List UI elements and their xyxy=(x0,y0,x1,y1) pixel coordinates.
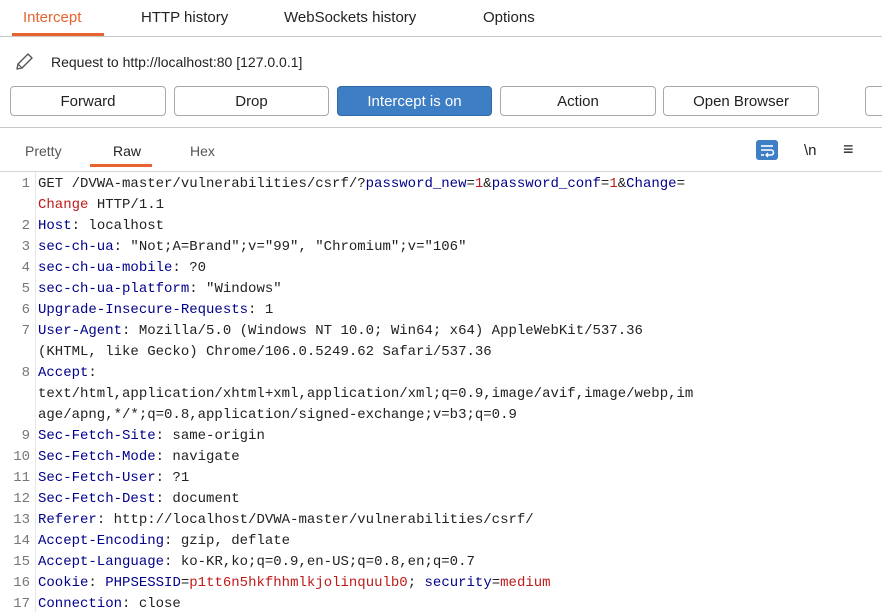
newline-toggle-icon[interactable]: \n xyxy=(804,142,817,159)
drop-button[interactable]: Drop xyxy=(174,86,329,116)
wrap-lines-icon[interactable] xyxy=(756,140,778,160)
header-line: 2 Host: localhost xyxy=(21,218,165,234)
pencil-icon xyxy=(16,53,33,70)
header-line: 10 Sec-Fetch-Mode: navigate xyxy=(13,449,240,465)
header-line: 9 Sec-Fetch-Site: same-origin xyxy=(21,428,265,444)
header-line: 11 Sec-Fetch-User: ?1 xyxy=(13,470,190,486)
active-tab-indicator xyxy=(12,33,104,36)
tab-options[interactable]: Options xyxy=(483,9,535,26)
header-line: 4 sec-ch-ua-mobile: ?0 xyxy=(21,260,207,276)
raw-request-editor[interactable]: 1 GET /DVWA-master/vulnerabilities/csrf/?… xyxy=(0,171,882,612)
request-line: 1 GET /DVWA-master/vulnerabilities/csrf/?… xyxy=(21,176,685,192)
header-line: 6 Upgrade-Insecure-Requests: 1 xyxy=(21,302,274,318)
divider xyxy=(0,127,882,128)
header-line: 7 User-Agent: Mozilla/5.0 (Windows NT 10.… xyxy=(21,323,643,339)
tab-hex[interactable]: Hex xyxy=(190,143,215,159)
header-line: 12 Sec-Fetch-Dest: document xyxy=(13,491,240,507)
search-box-partial[interactable] xyxy=(865,86,882,116)
tab-raw[interactable]: Raw xyxy=(113,143,141,159)
request-info: Request to http://localhost:80 [127.0.0.… xyxy=(13,50,302,74)
request-target-label: Request to http://localhost:80 [127.0.0.… xyxy=(51,54,303,70)
tab-websockets-history[interactable]: WebSockets history xyxy=(284,9,416,26)
cookie-line: 16 Cookie: PHPSESSID=p1tt6n5hkfhhmlkjolin… xyxy=(13,575,551,591)
header-line: 8 Accept: xyxy=(21,365,97,381)
intercept-toggle-button[interactable]: Intercept is on xyxy=(337,86,492,116)
tab-pretty[interactable]: Pretty xyxy=(25,143,62,159)
header-line: 13 Referer: http://localhost/DVWA-master/… xyxy=(13,512,534,528)
forward-button[interactable]: Forward xyxy=(10,86,166,116)
header-line: 5 sec-ch-ua-platform: "Windows" xyxy=(21,281,282,297)
header-line: 17 Connection: close xyxy=(13,596,181,612)
menu-icon[interactable]: ≡ xyxy=(843,139,854,160)
request-line-cont: Change HTTP/1.1 xyxy=(38,197,165,213)
action-button[interactable]: Action xyxy=(500,86,656,116)
header-line: 3 sec-ch-ua: "Not;A=Brand";v="99", "Chrom… xyxy=(21,239,467,255)
header-line: 15 Accept-Language: ko-KR,ko;q=0.9,en-US;… xyxy=(13,554,475,570)
tab-http-history[interactable]: HTTP history xyxy=(141,9,228,26)
open-browser-button[interactable]: Open Browser xyxy=(663,86,819,116)
header-line-cont: (KHTML, like Gecko) Chrome/106.0.5249.62… xyxy=(38,344,492,360)
header-line-cont: text/html,application/xhtml+xml,applicat… xyxy=(38,386,694,402)
header-line: 14 Accept-Encoding: gzip, deflate xyxy=(13,533,291,549)
active-view-indicator xyxy=(90,164,152,167)
tab-intercept[interactable]: Intercept xyxy=(23,9,81,26)
tab-bar: Intercept HTTP history WebSockets histor… xyxy=(0,0,882,37)
header-line-cont: age/apng,*/*;q=0.8,application/signed-ex… xyxy=(38,407,517,423)
